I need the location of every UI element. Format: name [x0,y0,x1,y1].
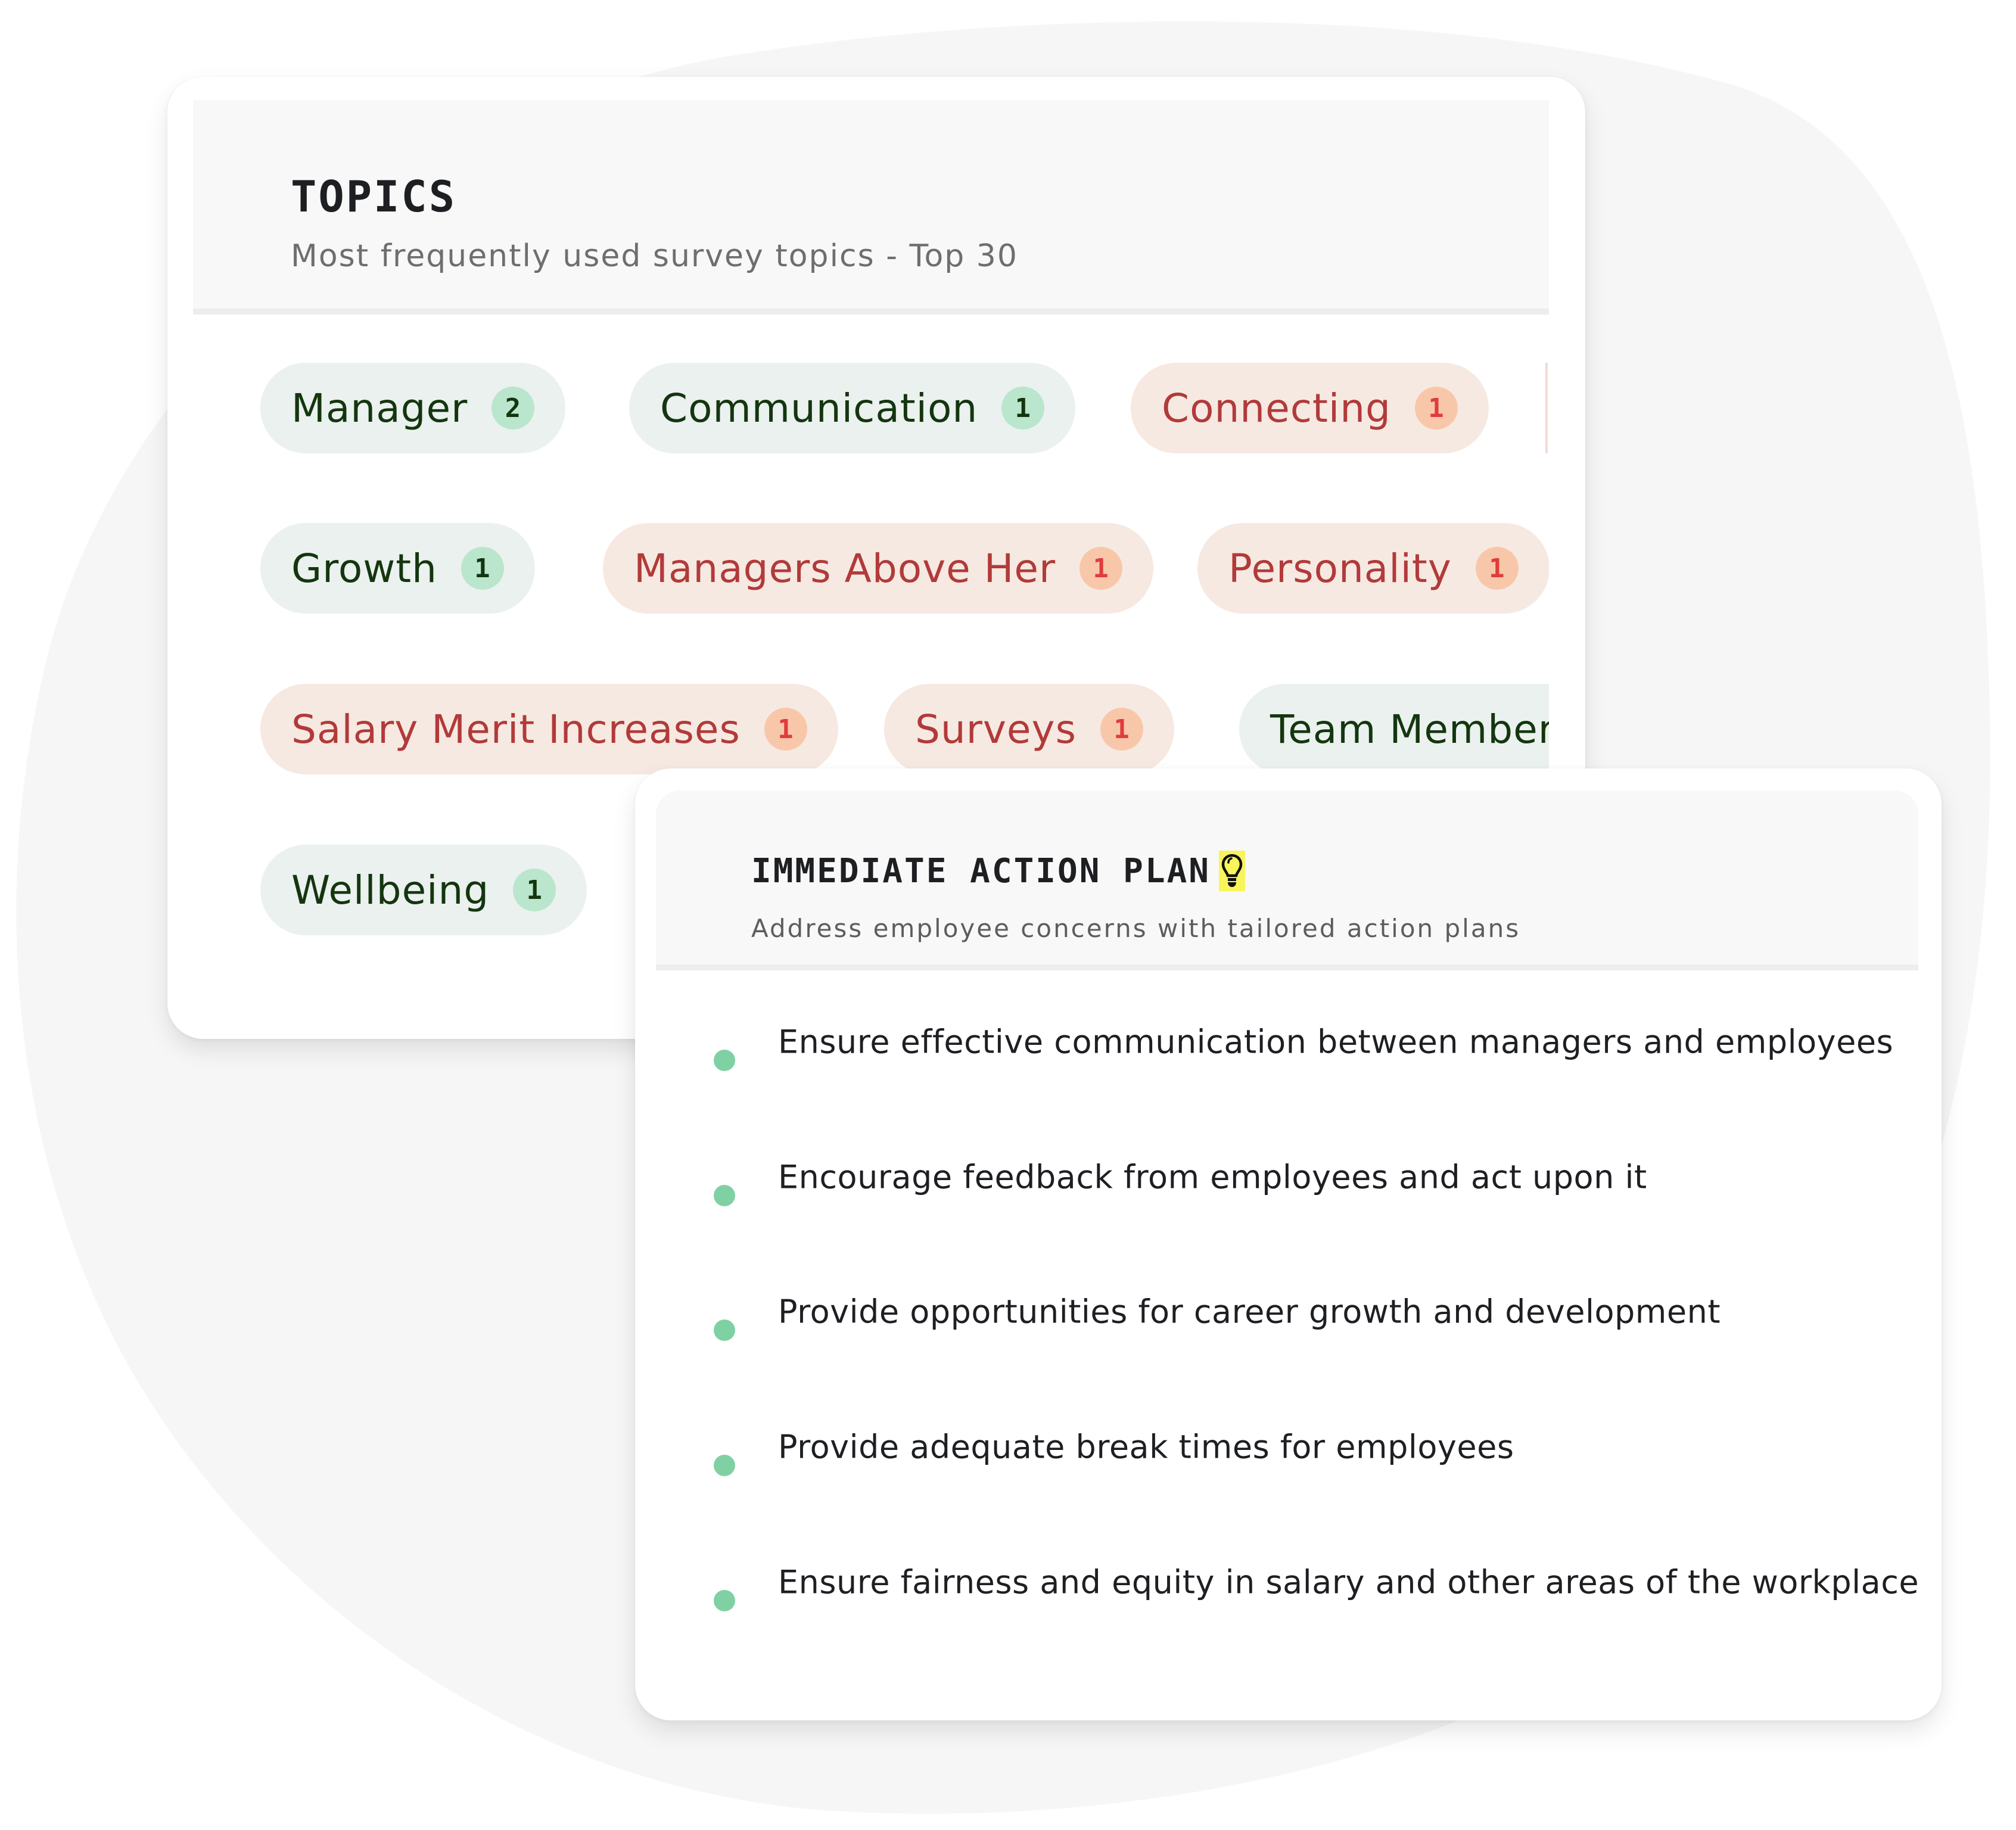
topic-label: Connecting [1162,385,1391,431]
action-plan-title: IMMEDIATE ACTION PLAN [751,851,1246,891]
topic-pill[interactable]: Communication 1 [629,363,1076,453]
bullet-icon [714,1455,735,1476]
topic-label: Managers Above Her [634,545,1056,592]
topic-label: Team Members [1270,706,1549,752]
topic-label: Growth [291,545,437,592]
topic-count-badge: 1 [1001,387,1045,430]
action-plan-header: IMMEDIATE ACTION PLAN Address employee c… [656,790,1918,970]
bullet-icon [714,1319,735,1341]
topic-label: Communication [660,385,978,431]
topic-count-badge: 1 [1100,708,1143,751]
topics-subtitle: Most frequently used survey topics - Top… [291,238,1018,274]
topic-pill[interactable]: Wellbeing 1 [260,845,587,935]
topic-label: Personality [1228,545,1452,592]
action-item-text: Provide adequate break times for employe… [778,1428,1514,1465]
action-plan-card: IMMEDIATE ACTION PLAN Address employee c… [635,768,1942,1720]
topic-pill[interactable]: Personality 1 [1197,523,1549,614]
topic-count-badge: 1 [1414,387,1458,430]
topics-header: TOPICS Most frequently used survey topic… [193,100,1549,315]
topic-count-badge: 1 [1475,547,1519,590]
action-item-text: Ensure fairness and equity in salary and… [778,1563,1919,1601]
lightbulb-icon [1219,851,1246,891]
action-plan-subtitle: Address employee concerns with tailored … [751,914,1521,943]
topic-count-badge: 1 [513,869,556,911]
topic-pill[interactable]: Surveys 1 [884,684,1174,774]
action-item-text: Encourage feedback from employees and ac… [778,1158,1647,1196]
topics-title: TOPICS [291,172,457,222]
topic-pill[interactable]: Managers Above Her 1 [603,523,1154,614]
action-plan-title-text: IMMEDIATE ACTION PLAN [751,851,1211,891]
topic-label: Manager [291,385,468,431]
bullet-icon [714,1050,735,1071]
topic-count-badge: 1 [1079,547,1123,590]
topic-pill[interactable]: Team Members [1239,684,1549,774]
topic-count-badge: 1 [461,547,504,590]
bullet-icon [714,1590,735,1611]
topic-label: Salary Merit Increases [291,706,741,752]
topic-pill[interactable]: Growth 1 [260,523,535,614]
topic-label: Surveys [915,706,1077,752]
topic-pill[interactable]: Salary Merit Increases 1 [260,684,838,774]
topic-count-badge: 1 [764,708,807,751]
topic-pill[interactable]: Manager 2 [260,363,566,453]
action-item-text: Provide opportunities for career growth … [778,1293,1721,1330]
action-item-text: Ensure effective communication between m… [778,1023,1894,1060]
topic-label: Wellbeing [291,867,490,913]
bullet-icon [714,1185,735,1206]
topic-pill-clipped[interactable] [1545,363,1549,453]
topic-pill[interactable]: Connecting 1 [1131,363,1489,453]
topic-count-badge: 2 [491,387,535,430]
